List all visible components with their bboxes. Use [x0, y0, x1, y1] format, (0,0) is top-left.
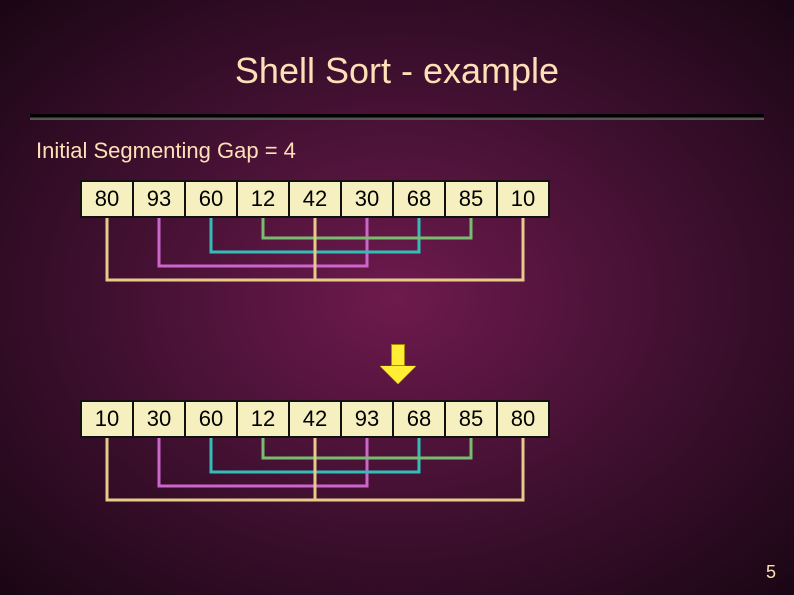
array-cell: 80	[496, 400, 550, 438]
array-cell: 68	[392, 400, 446, 438]
page-number: 5	[766, 562, 776, 583]
array-cell: 42	[288, 180, 342, 218]
array-before: 809360124230688510	[80, 180, 794, 218]
array-cell: 12	[236, 400, 290, 438]
array-cell: 85	[444, 180, 498, 218]
slide-title: Shell Sort - example	[0, 0, 794, 92]
array-cell: 10	[80, 400, 134, 438]
down-arrow-icon	[380, 344, 416, 384]
array-cell: 85	[444, 400, 498, 438]
array-cell: 30	[132, 400, 186, 438]
array-cell: 10	[496, 180, 550, 218]
array-after: 103060124293688580	[80, 400, 794, 438]
array-cell: 68	[392, 180, 446, 218]
array-after-stage: 103060124293688580	[80, 400, 794, 530]
transition	[80, 310, 794, 390]
array-cell: 80	[80, 180, 134, 218]
subtitle: Initial Segmenting Gap = 4	[36, 138, 794, 164]
array-cell: 93	[132, 180, 186, 218]
array-cell: 60	[184, 400, 238, 438]
array-cell: 30	[340, 180, 394, 218]
array-cell: 12	[236, 180, 290, 218]
array-before-stage: 809360124230688510	[80, 180, 794, 310]
divider	[30, 114, 764, 120]
array-cell: 93	[340, 400, 394, 438]
array-cell: 60	[184, 180, 238, 218]
array-cell: 42	[288, 400, 342, 438]
